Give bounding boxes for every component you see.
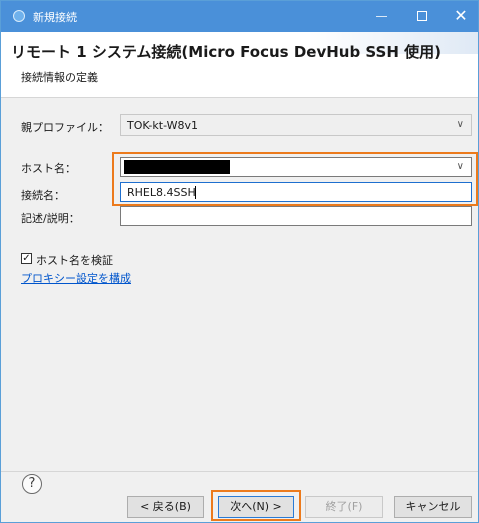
app-icon xyxy=(13,10,25,22)
verify-host-checkbox[interactable]: ✓ xyxy=(21,253,32,264)
finish-button: 終了(F) xyxy=(305,496,383,518)
title-bar[interactable]: 新規接続 ✕ xyxy=(1,1,478,32)
chevron-down-icon: ∨ xyxy=(456,119,464,130)
minimize-icon[interactable] xyxy=(376,16,387,17)
page-subtitle: 接続情報の定義 xyxy=(21,71,98,84)
back-button[interactable]: < 戻る(B) xyxy=(127,496,204,518)
parent-profile-select[interactable]: TOK-kt-W8v1 ∨ xyxy=(120,114,472,136)
window-title: 新規接続 xyxy=(33,11,77,24)
verify-host-label: ホスト名を検証 xyxy=(36,254,113,267)
parent-profile-label: 親プロファイル： xyxy=(21,121,109,134)
highlight-box xyxy=(112,152,478,206)
new-connection-dialog: 新規接続 ✕ リモート 1 システム接続(Micro Focus DevHub … xyxy=(0,0,479,523)
parent-profile-value: TOK-kt-W8v1 xyxy=(127,119,198,132)
cancel-button[interactable]: キャンセル xyxy=(394,496,472,518)
description-input[interactable] xyxy=(120,206,472,226)
close-icon[interactable]: ✕ xyxy=(451,6,471,26)
host-name-label: ホスト名： xyxy=(21,162,76,175)
next-highlight-box xyxy=(211,490,301,521)
checkmark-icon: ✓ xyxy=(22,253,31,264)
description-label: 記述/説明： xyxy=(21,212,80,225)
wizard-header: リモート 1 システム接続(Micro Focus DevHub SSH 使用)… xyxy=(1,32,478,94)
help-icon[interactable]: ? xyxy=(22,474,42,494)
page-title: リモート 1 システム接続(Micro Focus DevHub SSH 使用) xyxy=(11,43,441,61)
connection-name-label: 接続名： xyxy=(21,189,65,202)
maximize-icon[interactable] xyxy=(417,11,427,21)
proxy-settings-link[interactable]: プロキシー設定を構成 xyxy=(21,270,131,286)
